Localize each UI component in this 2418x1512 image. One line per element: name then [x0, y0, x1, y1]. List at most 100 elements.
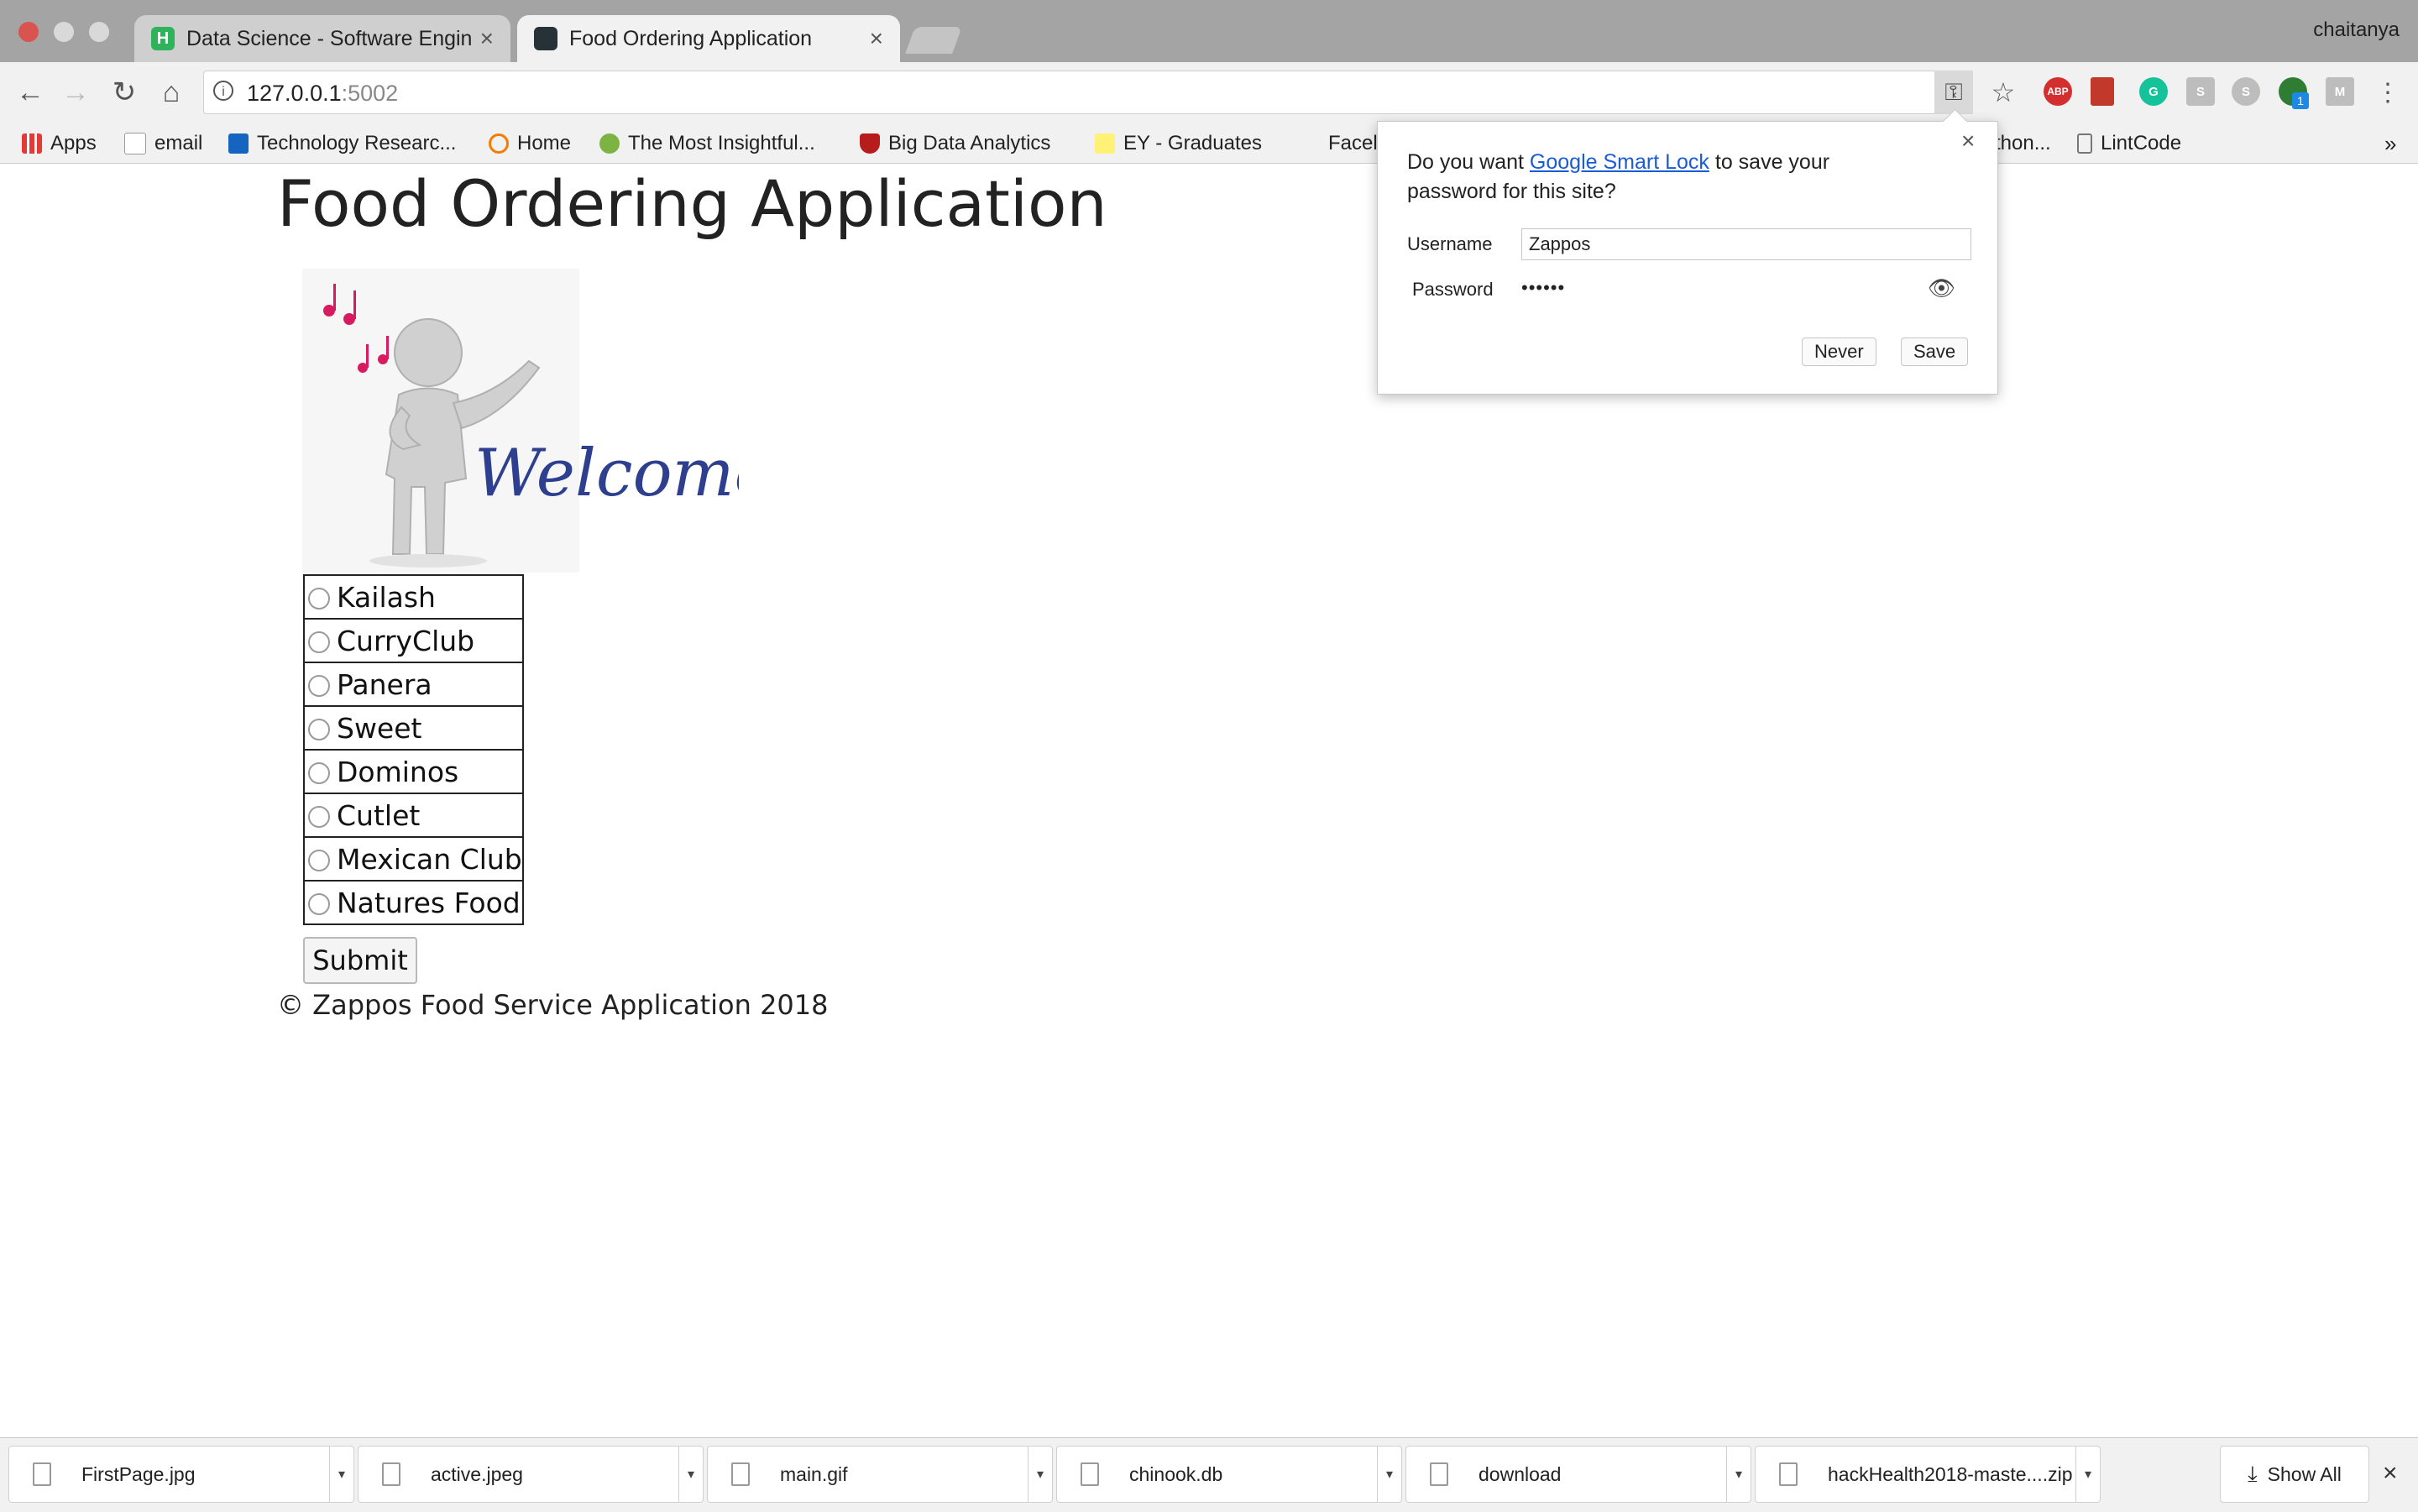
download-filename: chinook.db: [1129, 1462, 1223, 1485]
bookmark-lintcode[interactable]: LintCode: [2077, 126, 2181, 161]
new-tab-button[interactable]: [905, 27, 962, 54]
restaurant-option-cell: CurryClub: [303, 618, 524, 663]
page-title: Food Ordering Application: [277, 166, 1107, 241]
close-popup-icon[interactable]: ×: [1961, 128, 1975, 154]
restaurant-option-cell: Dominos: [303, 749, 524, 794]
restaurant-option-cell: Cutlet: [303, 793, 524, 838]
download-arrow-icon: ⤓: [2248, 1461, 2258, 1486]
restaurant-radio[interactable]: [308, 850, 330, 871]
save-button[interactable]: Save: [1901, 337, 1969, 366]
minimize-window-button[interactable]: [54, 22, 74, 42]
bookmark-ext-icon[interactable]: [2091, 77, 2114, 106]
bookmark-most-insightful[interactable]: The Most Insightful...: [599, 126, 815, 161]
restaurant-radio[interactable]: [308, 806, 330, 828]
restaurant-option-row: Dominos: [303, 749, 524, 794]
bookmark-python[interactable]: thon...: [1995, 126, 2051, 161]
bookmark-label: The Most Insightful...: [628, 132, 815, 154]
restaurant-radio[interactable]: [308, 893, 330, 915]
bookmark-label: thon...: [1995, 132, 2051, 154]
tab-food-ordering[interactable]: Food Ordering Application ×: [517, 15, 900, 62]
never-button[interactable]: Never: [1802, 337, 1876, 366]
home-icon[interactable]: ⌂: [151, 72, 191, 112]
profile-name[interactable]: chaitanya: [2313, 18, 2400, 42]
close-window-button[interactable]: [18, 22, 39, 42]
footer-copyright: © Zappos Food Service Application 2018: [277, 989, 829, 1021]
restaurant-radio[interactable]: [308, 631, 330, 653]
file-icon: [1779, 1462, 1798, 1486]
download-menu-icon[interactable]: ▾: [329, 1446, 353, 1503]
download-filename: FirstPage.jpg: [81, 1462, 196, 1485]
submit-button[interactable]: Submit: [303, 937, 417, 984]
restaurant-option-cell: Sweet: [303, 705, 524, 751]
restaurant-radio[interactable]: [308, 588, 330, 610]
restaurant-radio[interactable]: [308, 719, 330, 740]
bookmark-label: Apps: [50, 132, 97, 154]
back-arrow-icon[interactable]: ←: [10, 72, 50, 112]
bookmark-email[interactable]: email: [124, 126, 202, 161]
close-tab-icon[interactable]: ×: [870, 25, 883, 52]
menu-kebab-icon[interactable]: ⋮: [2368, 72, 2408, 112]
tab-title: Food Ordering Application: [569, 26, 813, 50]
bookmark-label: Home: [517, 132, 572, 154]
restaurant-label[interactable]: Sweet: [337, 712, 421, 745]
grammarly-icon[interactable]: G: [2139, 77, 2168, 106]
extension-s-icon[interactable]: S: [2186, 77, 2215, 106]
smart-lock-link[interactable]: Google Smart Lock: [1530, 150, 1709, 174]
key-icon[interactable]: ⚿: [1934, 71, 1973, 114]
close-tab-icon[interactable]: ×: [480, 25, 494, 52]
url-host: 127.0.0.1: [247, 81, 342, 106]
show-all-downloads-button[interactable]: ⤓ Show All: [2220, 1446, 2369, 1503]
restaurant-label[interactable]: CurryClub: [337, 625, 474, 657]
bookmark-apps[interactable]: Apps: [22, 126, 97, 161]
download-menu-icon[interactable]: ▾: [1028, 1446, 1052, 1503]
adblock-icon[interactable]: ABP: [2044, 77, 2072, 106]
shield-icon: [860, 133, 880, 154]
download-menu-icon[interactable]: ▾: [2075, 1446, 2100, 1503]
address-bar[interactable]: [203, 71, 1973, 114]
restaurant-label[interactable]: Natures Food: [337, 887, 521, 919]
bookmark-ey-graduates[interactable]: EY - Graduates: [1095, 126, 1262, 161]
tab-data-science[interactable]: H Data Science - Software Engin ×: [134, 15, 510, 62]
bookmark-big-data[interactable]: Big Data Analytics: [860, 126, 1050, 161]
restaurant-radio[interactable]: [308, 762, 330, 784]
bookmark-label: Facel: [1328, 132, 1378, 154]
star-icon[interactable]: ☆: [1983, 72, 2023, 112]
download-item[interactable]: main.gif ▾: [707, 1446, 1053, 1503]
download-item[interactable]: FirstPage.jpg ▾: [8, 1446, 354, 1503]
download-item[interactable]: hackHealth2018-maste....zip ▾: [1755, 1446, 2101, 1503]
skype-icon[interactable]: S: [2232, 77, 2260, 106]
restaurant-option-row: Sweet: [303, 705, 524, 751]
info-icon[interactable]: i: [213, 81, 233, 101]
restaurant-label[interactable]: Cutlet: [337, 799, 420, 832]
url-text[interactable]: 127.0.0.1:5002: [247, 81, 398, 107]
download-menu-icon[interactable]: ▾: [678, 1446, 703, 1503]
download-item[interactable]: active.jpeg ▾: [358, 1446, 704, 1503]
download-menu-icon[interactable]: ▾: [1377, 1446, 1401, 1503]
restaurant-radio[interactable]: [308, 675, 330, 697]
file-icon: [1430, 1462, 1448, 1486]
password-field[interactable]: ••••••: [1521, 277, 1565, 299]
restaurant-option-cell: Natures Food: [303, 880, 524, 925]
bookmark-technology-research[interactable]: Technology Researc...: [228, 126, 456, 161]
extension-m-icon[interactable]: M: [2326, 77, 2354, 106]
ey-icon: [1095, 133, 1115, 154]
restaurant-label[interactable]: Panera: [337, 668, 432, 701]
restaurant-label[interactable]: Kailash: [337, 581, 436, 614]
restaurant-label[interactable]: Mexican Club: [337, 843, 522, 876]
username-field[interactable]: [1521, 228, 1971, 260]
url-port: :5002: [341, 81, 399, 106]
maximize-window-button[interactable]: [89, 22, 109, 42]
bookmark-home[interactable]: Home: [489, 126, 571, 161]
download-filename: download: [1479, 1462, 1562, 1485]
download-menu-icon[interactable]: ▾: [1726, 1446, 1751, 1503]
apps-grid-icon: [22, 133, 42, 154]
bookmarks-overflow-icon[interactable]: »: [2384, 126, 2396, 161]
reload-icon[interactable]: ↻: [104, 72, 144, 112]
forward-arrow-icon[interactable]: →: [55, 72, 96, 112]
download-item[interactable]: download ▾: [1405, 1446, 1751, 1503]
restaurant-label[interactable]: Dominos: [337, 756, 458, 788]
bookmark-facebook[interactable]: Facel: [1328, 126, 1378, 161]
download-item[interactable]: chinook.db ▾: [1056, 1446, 1402, 1503]
close-downloads-icon[interactable]: ×: [2383, 1459, 2398, 1488]
eye-icon[interactable]: 👁: [1928, 275, 1955, 301]
